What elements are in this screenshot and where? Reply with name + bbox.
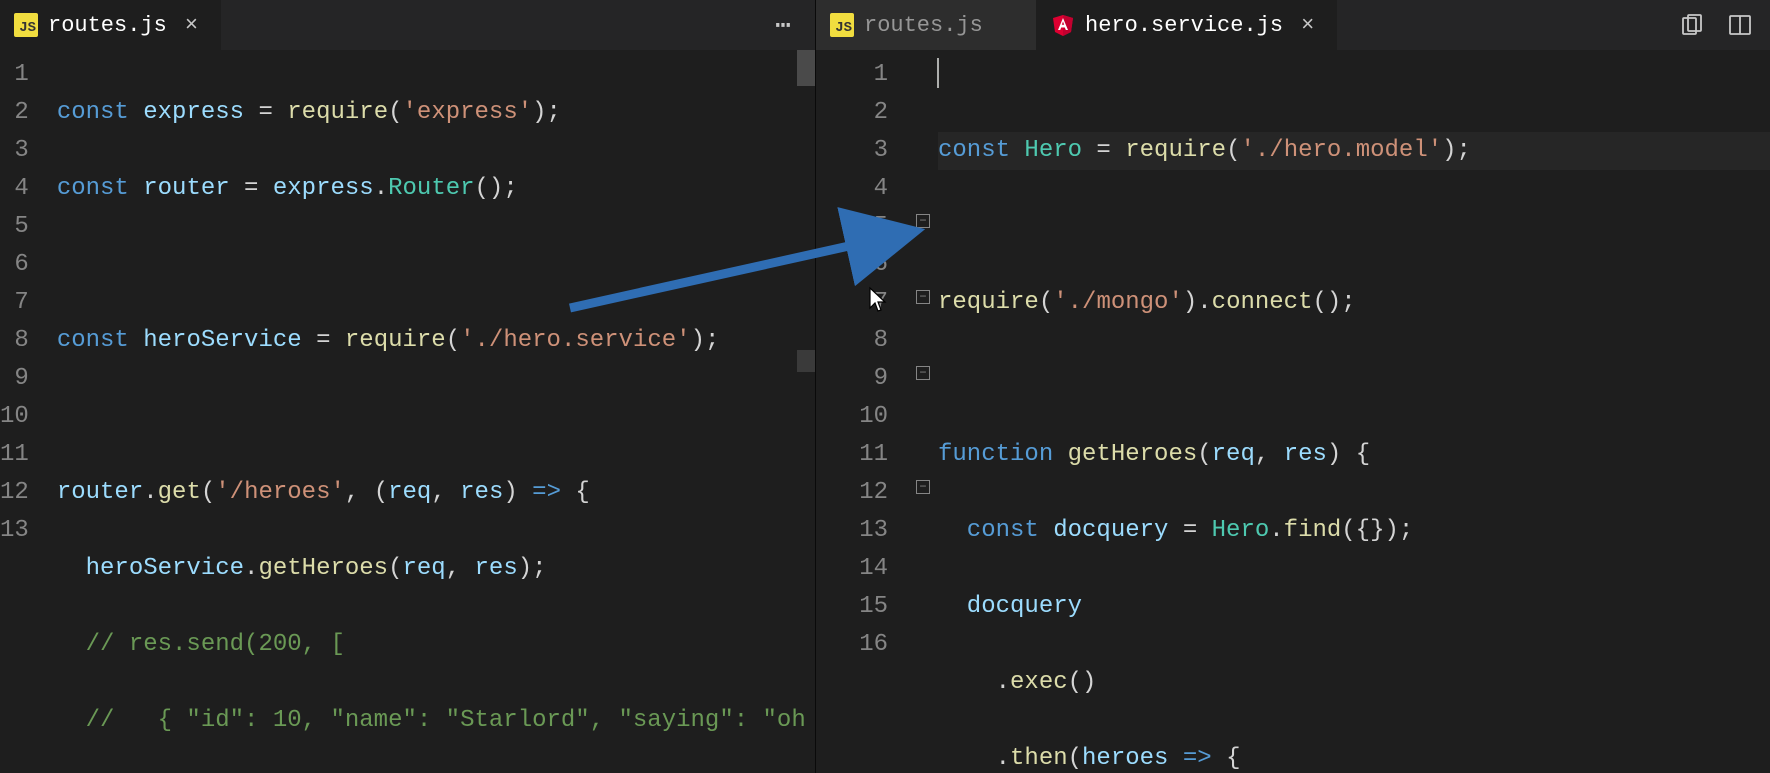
more-icon[interactable]: ⋯ xyxy=(771,11,799,39)
open-changes-icon[interactable] xyxy=(1678,11,1706,39)
editor-right[interactable]: 1 2 3 4 5 6 7 8 9 10 11 12 13 14 15 16 −… xyxy=(816,50,1770,773)
editor-pane-left: JS routes.js × ⋯ 1 2 3 4 5 6 7 8 9 10 11… xyxy=(0,0,816,773)
close-icon[interactable]: × xyxy=(185,13,198,38)
tab-label: routes.js xyxy=(48,13,167,38)
editor-pane-right: JS routes.js × hero.service.js × 1 2 3 4 xyxy=(816,0,1770,773)
js-icon: JS xyxy=(830,13,854,37)
overview-ruler-left[interactable] xyxy=(797,50,815,773)
tab-routes-right[interactable]: JS routes.js × xyxy=(816,0,1037,50)
fold-icon[interactable]: − xyxy=(916,480,930,494)
fold-icon[interactable]: − xyxy=(916,290,930,304)
fold-gutter-right: − − − − xyxy=(916,50,938,773)
js-icon: JS xyxy=(14,13,38,37)
line-gutter-left: 1 2 3 4 5 6 7 8 9 10 11 12 13 xyxy=(0,50,57,773)
angular-icon xyxy=(1051,13,1075,37)
tab-label: hero.service.js xyxy=(1085,13,1283,38)
code-left[interactable]: const express = require('express'); cons… xyxy=(57,50,815,773)
tab-label: routes.js xyxy=(864,13,983,38)
tab-routes-left[interactable]: JS routes.js × xyxy=(0,0,221,50)
tabbar-left: JS routes.js × ⋯ xyxy=(0,0,815,50)
editor-left[interactable]: 1 2 3 4 5 6 7 8 9 10 11 12 13 const expr… xyxy=(0,50,815,773)
tab-hero-service[interactable]: hero.service.js × xyxy=(1037,0,1337,50)
split-editor-icon[interactable] xyxy=(1726,11,1754,39)
close-icon[interactable]: × xyxy=(1301,13,1314,38)
fold-icon[interactable]: − xyxy=(916,214,930,228)
line-gutter-right: 1 2 3 4 5 6 7 8 9 10 11 12 13 14 15 16 xyxy=(816,50,916,773)
tabbar-right: JS routes.js × hero.service.js × xyxy=(816,0,1770,50)
code-right[interactable]: const Hero = require('./hero.model'); re… xyxy=(938,50,1770,773)
fold-icon[interactable]: − xyxy=(916,366,930,380)
text-cursor xyxy=(937,58,939,88)
